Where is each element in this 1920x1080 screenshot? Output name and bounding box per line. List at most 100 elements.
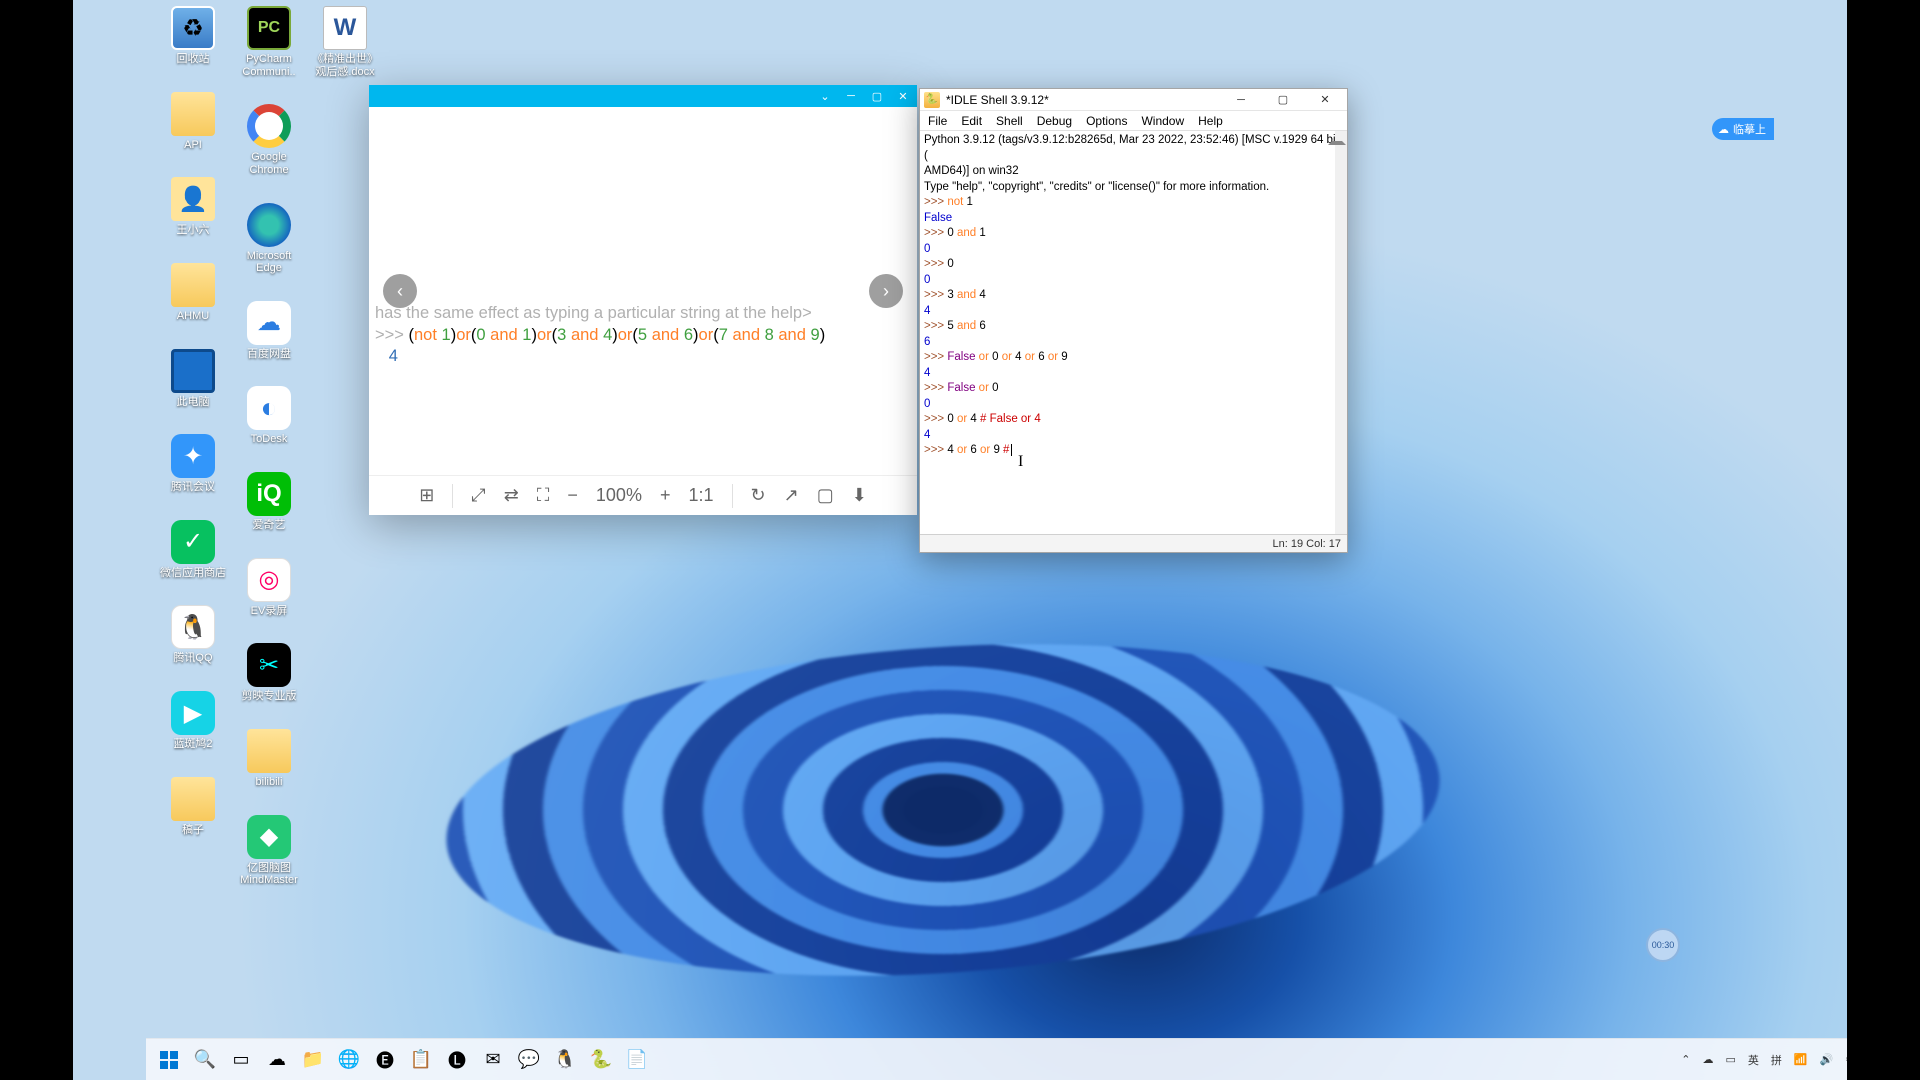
- desktop-icon[interactable]: ✓微信应用商店: [157, 520, 229, 580]
- icon-label: API: [184, 139, 202, 152]
- link-icon[interactable]: 🅛: [442, 1045, 472, 1075]
- file-explorer-icon[interactable]: 📁: [298, 1045, 328, 1075]
- zoom-in-icon[interactable]: +: [660, 485, 671, 506]
- recording-timer[interactable]: 00:30: [1646, 928, 1680, 962]
- maximize-button[interactable]: ▢: [865, 86, 889, 106]
- volume-icon[interactable]: 🔊: [1820, 1053, 1834, 1066]
- app-icon: [247, 729, 291, 773]
- desktop-icon[interactable]: W《精准出世》观后感.docx: [309, 6, 381, 78]
- icon-label: 王小六: [177, 224, 210, 237]
- next-image-button[interactable]: ›: [869, 274, 903, 308]
- tray-overflow-icon[interactable]: ⌃: [1681, 1053, 1690, 1066]
- desktop-icon[interactable]: 👤 王小六: [157, 177, 229, 237]
- app-icon: ◎: [247, 558, 291, 602]
- menu-item-shell[interactable]: Shell: [996, 114, 1023, 128]
- text-cursor-icon: I: [1018, 451, 1023, 473]
- icon-label: 蓝斑鸠2: [173, 738, 212, 751]
- crop-icon[interactable]: ▢: [817, 485, 834, 506]
- desktop-icons-col2: PCPyCharm Communi.. Google Chrome Microsof…: [233, 6, 305, 887]
- wechat-icon[interactable]: 💬: [514, 1045, 544, 1075]
- desktop-icon[interactable]: iQ爱奇艺: [233, 472, 305, 532]
- task-view-icon[interactable]: ▭: [226, 1045, 256, 1075]
- fit-icon[interactable]: ⛶: [537, 485, 550, 506]
- minimize-button[interactable]: ─: [839, 86, 863, 106]
- menu-item-file[interactable]: File: [928, 114, 947, 128]
- zoom-out-icon[interactable]: −: [567, 485, 578, 506]
- idle-banner: Python 3.9.12 (tags/v3.9.12:b28265d, Mar…: [924, 133, 1343, 195]
- app-icon: [171, 263, 215, 307]
- fullscreen-icon[interactable]: ⤢: [471, 485, 485, 506]
- app-icon: 🐧: [171, 605, 215, 649]
- idle-taskbar-icon[interactable]: 📄: [622, 1045, 652, 1075]
- desktop-icon[interactable]: bilibili: [233, 729, 305, 789]
- menu-item-debug[interactable]: Debug: [1037, 114, 1072, 128]
- desktop-icon[interactable]: 🐧腾讯QQ: [157, 605, 229, 665]
- ime-lang-icon[interactable]: 英: [1748, 1052, 1759, 1068]
- menu-item-options[interactable]: Options: [1086, 114, 1127, 128]
- idle-menubar[interactable]: File Edit Shell Debug Options Window Help: [920, 111, 1347, 131]
- desktop-icon[interactable]: Google Chrome: [233, 104, 305, 176]
- dropdown-icon[interactable]: ⌄: [813, 86, 837, 106]
- compare-icon[interactable]: ⇄: [504, 485, 519, 506]
- onedrive-icon[interactable]: ☁: [1702, 1053, 1713, 1066]
- store-icon[interactable]: 📋: [406, 1045, 436, 1075]
- start-button[interactable]: [154, 1045, 184, 1075]
- pycharm-icon[interactable]: 🐍: [586, 1045, 616, 1075]
- weather-icon[interactable]: ☁: [262, 1045, 292, 1075]
- scrollbar[interactable]: [1335, 131, 1347, 534]
- idle-titlebar[interactable]: 🐍 *IDLE Shell 3.9.12* ─ ▢ ✕: [920, 89, 1347, 111]
- ie-icon[interactable]: 🅔: [370, 1045, 400, 1075]
- icon-label: ToDesk: [251, 433, 288, 446]
- idle-body[interactable]: Python 3.9.12 (tags/v3.9.12:b28265d, Mar…: [920, 131, 1347, 534]
- download-icon[interactable]: ⬇: [852, 485, 867, 506]
- desktop-icon[interactable]: API: [157, 92, 229, 152]
- taskbar[interactable]: 🔍 ▭ ☁ 📁 🌐 🅔 📋 🅛 ✉ 💬 🐧 🐍 📄 ⌃ ☁ ▭ 英 拼 📶 🔊 …: [146, 1038, 1847, 1080]
- idle-shell-window[interactable]: 🐍 *IDLE Shell 3.9.12* ─ ▢ ✕ File Edit Shel…: [919, 88, 1348, 553]
- maximize-button[interactable]: ▢: [1265, 90, 1301, 110]
- menu-item-help[interactable]: Help: [1198, 114, 1223, 128]
- desktop-icon[interactable]: 此电脑: [157, 349, 229, 409]
- desktop-icon[interactable]: ✂剪映专业版: [233, 643, 305, 703]
- desktop-icon[interactable]: ♻回收站: [157, 6, 229, 66]
- desktop-icon[interactable]: Microsoft Edge: [233, 203, 305, 275]
- edge-icon[interactable]: 🌐: [334, 1045, 364, 1075]
- wifi-icon[interactable]: 📶: [1794, 1053, 1808, 1066]
- desktop-icon[interactable]: ◎ EV录屏: [233, 558, 305, 618]
- system-tray[interactable]: ⌃ ☁ ▭ 英 拼 📶 🔊 ⚙ 17:37 2022/4/6: [1681, 1047, 1847, 1071]
- icon-label: bilibili: [256, 776, 283, 789]
- desktop-icon[interactable]: ◐ToDesk: [233, 386, 305, 446]
- thumbnail-icon[interactable]: ⊞: [419, 485, 434, 506]
- viewer-titlebar[interactable]: ⌄ ─ ▢ ✕: [369, 85, 917, 107]
- taskbar-apps: 🔍 ▭ ☁ 📁 🌐 🅔 📋 🅛 ✉ 💬 🐧 🐍 📄: [154, 1045, 652, 1075]
- prev-image-button[interactable]: ‹: [383, 274, 417, 308]
- desktop-icon[interactable]: 稿子: [157, 777, 229, 837]
- desktop-icon[interactable]: ◆亿图脑图 MindMaster: [233, 815, 305, 887]
- image-viewer-window[interactable]: ⌄ ─ ▢ ✕ has the same effect as typing a …: [369, 85, 917, 515]
- actual-size-icon[interactable]: 1:1: [688, 485, 713, 506]
- menu-item-window[interactable]: Window: [1141, 114, 1184, 128]
- mail-icon[interactable]: ✉: [478, 1045, 508, 1075]
- rotate-icon[interactable]: ↻: [751, 485, 766, 506]
- ime-mode-icon[interactable]: 拼: [1771, 1052, 1782, 1068]
- menu-item-edit[interactable]: Edit: [961, 114, 982, 128]
- idle-title: *IDLE Shell 3.9.12*: [946, 93, 1049, 107]
- close-button[interactable]: ✕: [1307, 90, 1343, 110]
- app-icon: ♻: [171, 6, 215, 50]
- cloud-floating-button[interactable]: ☁ 临摹上: [1712, 118, 1774, 140]
- icon-label: 腾讯会议: [171, 481, 215, 494]
- close-button[interactable]: ✕: [891, 86, 915, 106]
- search-icon[interactable]: 🔍: [190, 1045, 220, 1075]
- python-icon: 🐍: [924, 92, 940, 108]
- minimize-button[interactable]: ─: [1223, 90, 1259, 110]
- desktop-icon[interactable]: ☁百度网盘: [233, 301, 305, 361]
- battery-icon[interactable]: ▭: [1725, 1053, 1735, 1066]
- desktop-icon[interactable]: ▶蓝斑鸠2: [157, 691, 229, 751]
- app-icon: 👤: [171, 177, 215, 221]
- qq-icon[interactable]: 🐧: [550, 1045, 580, 1075]
- app-icon: ◆: [247, 815, 291, 859]
- desktop-icon[interactable]: PCPyCharm Communi..: [233, 6, 305, 78]
- icon-label: EV录屏: [251, 605, 288, 618]
- desktop-icon[interactable]: AHMU: [157, 263, 229, 323]
- share-icon[interactable]: ↗: [784, 485, 799, 506]
- desktop-icon[interactable]: ✦腾讯会议: [157, 434, 229, 494]
